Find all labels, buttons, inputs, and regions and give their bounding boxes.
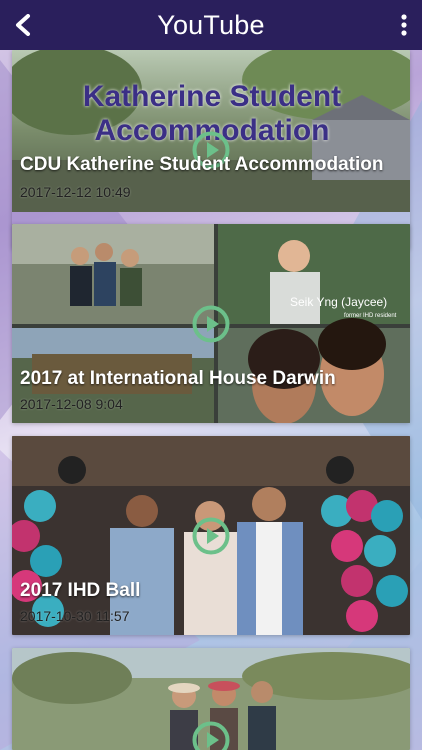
video-title: 2017 at International House Darwin [20, 368, 336, 389]
portrait-name-caption: Seik Yng (Jaycee) [290, 295, 387, 309]
video-date: 2017-12-12 10:49 [20, 184, 131, 200]
video-date: 2017-12-08 9:04 [20, 396, 123, 412]
play-icon[interactable] [192, 305, 230, 343]
app-header: YouTube [0, 0, 422, 50]
chevron-left-icon [16, 14, 30, 36]
page-title: YouTube [157, 9, 265, 40]
video-card[interactable]: Seik Yng (Jaycee) former IHD resident 20… [12, 224, 410, 423]
video-title: CDU Katherine Student Accommodation [20, 154, 384, 175]
play-icon[interactable] [192, 721, 230, 750]
video-card[interactable]: Katherine Student Accommodation CDU Kath… [12, 50, 410, 249]
video-title: 2017 IHD Ball [20, 580, 141, 601]
video-card[interactable] [12, 648, 410, 750]
more-vertical-icon [401, 14, 407, 36]
video-card[interactable]: 2017 IHD Ball 2017-10-30 11:57 [12, 436, 410, 635]
thumbnail-text-line: Katherine Student [82, 80, 342, 113]
video-date: 2017-10-30 11:57 [20, 608, 130, 624]
play-icon[interactable] [192, 517, 230, 555]
menu-button[interactable] [398, 12, 410, 38]
back-button[interactable] [10, 12, 36, 38]
